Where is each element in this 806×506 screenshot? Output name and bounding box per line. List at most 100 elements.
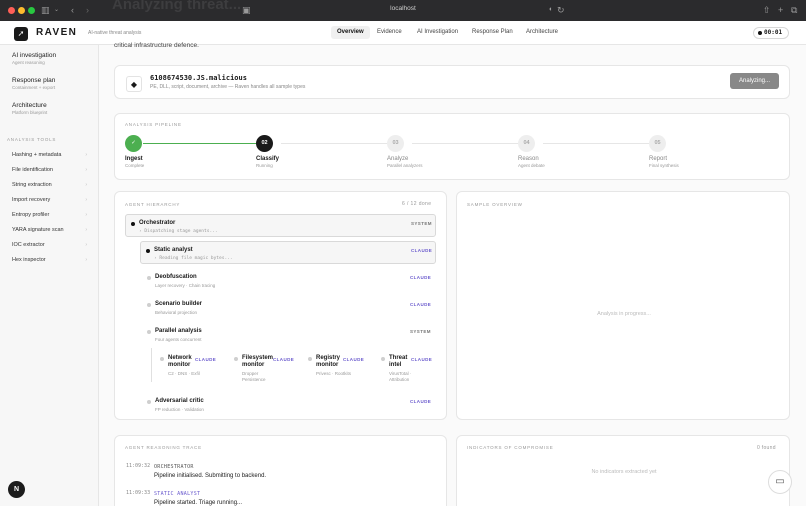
agent-row-static-analyst[interactable]: Static analyst › Reading file magic byte… <box>140 241 436 264</box>
reasoning-trace-card: AGENT REASONING TRACE 11:09:32 ORCHESTRA… <box>114 435 447 506</box>
agent-type-badge: SYSTEM <box>411 221 432 226</box>
tool-file-identification[interactable]: File identification › <box>12 167 87 173</box>
agent-description: Layer recovery · Chain tracing <box>155 283 216 288</box>
agents-done-count: 6 / 12 done <box>402 201 432 207</box>
chevron-right-icon: › <box>85 212 87 218</box>
elapsed-timer: 00:01 <box>753 27 789 39</box>
stage-name: Ingest <box>125 156 143 162</box>
tool-yara-signature-scan[interactable]: YARA signature scan › <box>12 227 87 233</box>
sidebar-item-title: Architecture <box>12 102 47 109</box>
tool-label: File identification <box>12 167 53 173</box>
sidebar-item-subtitle: Platform blueprint <box>12 110 48 115</box>
status-dot-icon <box>147 330 151 334</box>
scrollbar[interactable] <box>446 218 447 380</box>
trace-message: Pipeline started. Triage running... <box>154 500 243 506</box>
stage-name: Report <box>649 156 668 162</box>
status-dot-icon <box>234 357 238 361</box>
pipeline-progress-done <box>143 143 264 144</box>
sample-overview-label: SAMPLE OVERVIEW <box>467 202 523 207</box>
diamond-icon: ◆ <box>126 76 142 92</box>
tool-hashing-metadata[interactable]: Hashing + metadata › <box>12 152 87 158</box>
chevron-right-icon: › <box>85 257 87 263</box>
agent-hierarchy-card: AGENT HIERARCHY 6 / 12 done Orchestrator… <box>114 191 447 420</box>
tool-label: Import recovery <box>12 197 51 203</box>
tab-evidence[interactable]: Evidence <box>371 26 408 39</box>
brand-tagline: AI-native threat analysis <box>88 30 142 36</box>
pipeline-label: ANALYSIS PIPELINE <box>125 122 182 127</box>
new-tab-icon[interactable]: + <box>778 4 783 16</box>
agent-description: VirusTotal · Attribution <box>389 371 412 382</box>
tool-entropy-profiler[interactable]: Entropy profiler › <box>12 212 87 218</box>
agent-row-orchestrator[interactable]: Orchestrator › Dispatching stage agents.… <box>125 214 436 237</box>
tabs-overview-icon[interactable]: ⧉ <box>791 4 797 16</box>
sidebar-item-response-plan[interactable]: Response plan Containment + export <box>12 77 55 90</box>
pipeline-card: ANALYSIS PIPELINE ✓ Ingest Complete 02 C… <box>114 113 790 180</box>
stage-number: 05 <box>649 135 666 152</box>
reload-icon[interactable]: ↻ <box>557 4 565 16</box>
agent-name: Static analyst <box>154 247 193 253</box>
tab-architecture[interactable]: Architecture <box>520 26 564 39</box>
raven-logo-icon: ➚ <box>14 27 28 41</box>
pipeline-connector <box>281 143 395 144</box>
chevron-right-icon: › <box>85 197 87 203</box>
stage-number: 03 <box>387 135 404 152</box>
reader-icon[interactable]: ◐ <box>549 4 553 16</box>
stage-name: Classify <box>256 156 280 162</box>
status-dot-icon <box>147 276 151 280</box>
chevron-right-icon: › <box>85 167 87 173</box>
analysis-tools-heading: ANALYSIS TOOLS <box>7 137 57 142</box>
pipeline-connector <box>543 143 657 144</box>
agent-type-badge: CLAUDE <box>343 357 365 362</box>
intro-text: critical infrastructure defence. <box>114 42 199 49</box>
stage-status: Parallel analyzers <box>387 163 423 168</box>
analyze-button[interactable]: Analyzing... <box>730 73 779 89</box>
chevron-right-icon: › <box>85 242 87 248</box>
sample-filename: 6108674530.JS.malicious <box>150 74 247 82</box>
agent-description: Dropper Persistence <box>242 371 266 382</box>
tool-import-recovery[interactable]: Import recovery › <box>12 197 87 203</box>
chat-icon[interactable]: ▭ <box>768 470 792 494</box>
main-content: critical infrastructure defence. ◆ 61086… <box>99 42 806 506</box>
tab-response-plan[interactable]: Response Plan <box>466 26 519 39</box>
agent-description: Privesc · Rootkits <box>316 371 352 376</box>
agent-activity: › Reading file magic bytes... <box>154 256 233 261</box>
ioc-card: INDICATORS OF COMPROMISE 0 found No indi… <box>456 435 790 506</box>
sidebar-item-architecture[interactable]: Architecture Platform blueprint <box>12 102 47 115</box>
ioc-label: INDICATORS OF COMPROMISE <box>467 445 554 450</box>
agent-name: Scenario builder <box>155 301 203 307</box>
status-dot-icon <box>160 357 164 361</box>
chevron-right-icon: › <box>85 152 87 158</box>
agent-name: Parallel analysis <box>155 328 202 334</box>
agent-type-badge: CLAUDE <box>411 357 433 362</box>
agent-type-badge: CLAUDE <box>273 357 295 362</box>
status-dot-icon <box>131 222 135 226</box>
stage-number: 04 <box>518 135 535 152</box>
agent-description: FP reduction · Validation <box>155 407 204 412</box>
avatar[interactable]: N <box>8 481 25 498</box>
stage-status: Complete <box>125 163 145 168</box>
tool-label: Entropy profiler <box>12 212 50 218</box>
tool-string-extraction[interactable]: String extraction › <box>12 182 87 188</box>
sidebar-item-title: Response plan <box>12 77 56 84</box>
browser-chrome: Analyzing threat... ▥ ⌄ ‹ › ▣ localhost … <box>0 0 806 21</box>
stage-status: Agent debate <box>518 163 545 168</box>
agent-name: Orchestrator <box>139 220 176 226</box>
sample-overview-card: SAMPLE OVERVIEW Analysis in progress... <box>456 191 790 420</box>
agent-type-badge: SYSTEM <box>410 329 431 334</box>
ioc-count: 0 found <box>757 445 776 451</box>
address-bar[interactable]: localhost <box>0 5 806 12</box>
agent-name: Deobfuscation <box>155 274 197 280</box>
tab-ai-investigation[interactable]: AI Investigation <box>411 26 464 39</box>
timer-dot-icon <box>758 31 762 35</box>
tab-overview[interactable]: Overview <box>331 26 370 39</box>
agent-description: Behavioral projection <box>155 310 198 315</box>
sidebar-item-ai-investigation[interactable]: AI investigation Agent reasoning <box>12 52 56 65</box>
tool-hex-inspector[interactable]: Hex inspector › <box>12 257 87 263</box>
tool-label: IOC extractor <box>12 242 45 248</box>
overview-placeholder: Analysis in progress... <box>597 311 651 317</box>
stage-name: Reason <box>518 156 539 162</box>
stage-number: 02 <box>256 135 273 152</box>
agent-description: C2 · DNS · Exfil <box>168 371 200 376</box>
share-icon[interactable]: ⇧ <box>763 4 771 16</box>
tool-ioc-extractor[interactable]: IOC extractor › <box>12 242 87 248</box>
